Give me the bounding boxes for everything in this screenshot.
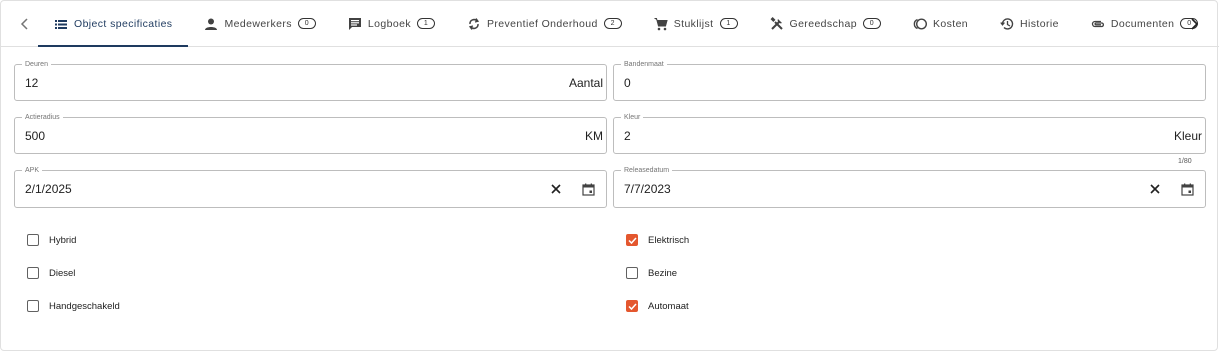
- field-value: 12: [25, 76, 39, 90]
- clear-icon[interactable]: [1147, 181, 1163, 197]
- char-counter: 1/80: [1178, 158, 1192, 165]
- count-badge: 2: [603, 18, 622, 29]
- field-label: Releasedatum: [621, 166, 673, 175]
- count-badge: 0: [862, 18, 881, 29]
- tab-label: Object specificaties: [74, 17, 173, 30]
- history-icon: [1000, 17, 1014, 31]
- coins-icon: [913, 17, 927, 31]
- checkmark-icon: [627, 302, 637, 310]
- checkbox-box[interactable]: [626, 300, 638, 312]
- checkbox-box[interactable]: [27, 234, 39, 246]
- checkbox-label: Handgeschakeld: [49, 300, 120, 312]
- bezine-checkbox[interactable]: Bezine: [626, 267, 677, 279]
- kleur-field[interactable]: Kleur 2 Kleur: [613, 113, 1206, 154]
- releasedatum-date-field[interactable]: Releasedatum 7/7/2023: [613, 166, 1206, 208]
- field-label: Deuren: [22, 60, 51, 69]
- bandenmaat-field[interactable]: Bandenmaat 0: [613, 60, 1206, 101]
- field-label: Actieradius: [22, 113, 63, 122]
- diesel-checkbox[interactable]: Diesel: [27, 267, 75, 279]
- field-unit: Aantal: [568, 76, 603, 90]
- checkbox-label: Elektrisch: [648, 234, 690, 246]
- tab-label: Preventief Onderhoud: [486, 17, 598, 30]
- tab-label: Documenten: [1110, 17, 1175, 30]
- comment-icon: [348, 17, 362, 31]
- checkbox-label: Automaat: [648, 300, 689, 312]
- tab-kosten[interactable]: Kosten: [897, 1, 984, 46]
- panel: Object specificaties Medewerkers 0 Logbo…: [0, 0, 1219, 351]
- tab-bar: Object specificaties Medewerkers 0 Logbo…: [1, 1, 1219, 47]
- tab-label: Historie: [1020, 17, 1059, 30]
- tools-icon: [770, 16, 784, 31]
- deuren-field[interactable]: Deuren 12 Aantal: [14, 60, 607, 101]
- checkbox-box[interactable]: [626, 234, 638, 246]
- field-value: 500: [25, 129, 46, 143]
- chevron-right-icon: [1191, 18, 1199, 30]
- field-value: 2/1/2025: [25, 182, 72, 196]
- checkbox-box[interactable]: [626, 267, 638, 279]
- checkbox-label: Bezine: [648, 267, 678, 279]
- apk-date-field[interactable]: APK 2/1/2025: [14, 166, 607, 208]
- tab-preventief-onderhoud[interactable]: Preventief Onderhoud 2: [451, 1, 638, 46]
- clear-icon[interactable]: [548, 181, 564, 197]
- field-label: APK: [22, 166, 43, 175]
- field-label: Kleur: [621, 113, 644, 122]
- count-badge: 1: [719, 18, 738, 29]
- tab-object-specificaties[interactable]: Object specificaties: [38, 1, 189, 47]
- field-value: 0: [624, 76, 631, 90]
- tab-stuklijst[interactable]: Stuklijst 1: [638, 1, 754, 46]
- person-icon: [204, 17, 218, 31]
- tab-logboek[interactable]: Logboek 1: [332, 1, 451, 46]
- tab-medewerkers[interactable]: Medewerkers 0: [188, 1, 331, 46]
- tab-label: Medewerkers: [224, 17, 292, 30]
- field-unit: KM: [585, 129, 603, 143]
- tab-label: Stuklijst: [673, 17, 714, 30]
- paperclip-icon: [1091, 17, 1105, 31]
- field-value: 7/7/2023: [624, 182, 671, 196]
- checkbox-box[interactable]: [27, 300, 39, 312]
- tabs-scroll-right-button[interactable]: [1184, 14, 1204, 34]
- cart-icon: [654, 17, 668, 31]
- count-badge: 1: [416, 18, 435, 29]
- chevron-left-icon: [20, 18, 28, 30]
- checkbox-box[interactable]: [27, 267, 39, 279]
- checkmark-icon: [627, 236, 637, 244]
- sync-icon: [467, 17, 481, 31]
- field-unit: Kleur: [1173, 129, 1202, 143]
- tabs-scroll-left-button[interactable]: [15, 14, 35, 34]
- tab-label: Logboek: [367, 17, 411, 30]
- calendar-icon[interactable]: [1179, 181, 1195, 197]
- tab-historie[interactable]: Historie: [984, 1, 1075, 46]
- field-value: 2: [624, 129, 631, 143]
- tabs: Object specificaties Medewerkers 0 Logbo…: [38, 1, 1214, 47]
- field-label: Bandenmaat: [621, 60, 667, 69]
- count-badge: 0: [297, 18, 316, 29]
- hybrid-checkbox[interactable]: Hybrid: [27, 234, 76, 246]
- tab-gereedschap[interactable]: Gereedschap 0: [754, 1, 897, 46]
- handgeschakeld-checkbox[interactable]: Handgeschakeld: [27, 300, 120, 312]
- tab-label: Kosten: [932, 17, 969, 30]
- checkbox-label: Hybrid: [49, 234, 77, 246]
- elektrisch-checkbox[interactable]: Elektrisch: [626, 234, 689, 246]
- calendar-icon[interactable]: [580, 181, 596, 197]
- checkbox-label: Diesel: [49, 267, 76, 279]
- automaat-checkbox[interactable]: Automaat: [626, 300, 689, 312]
- tab-label: Gereedschap: [789, 17, 857, 30]
- list-icon: [54, 17, 68, 31]
- actieradius-field[interactable]: Actieradius 500 KM: [14, 113, 607, 154]
